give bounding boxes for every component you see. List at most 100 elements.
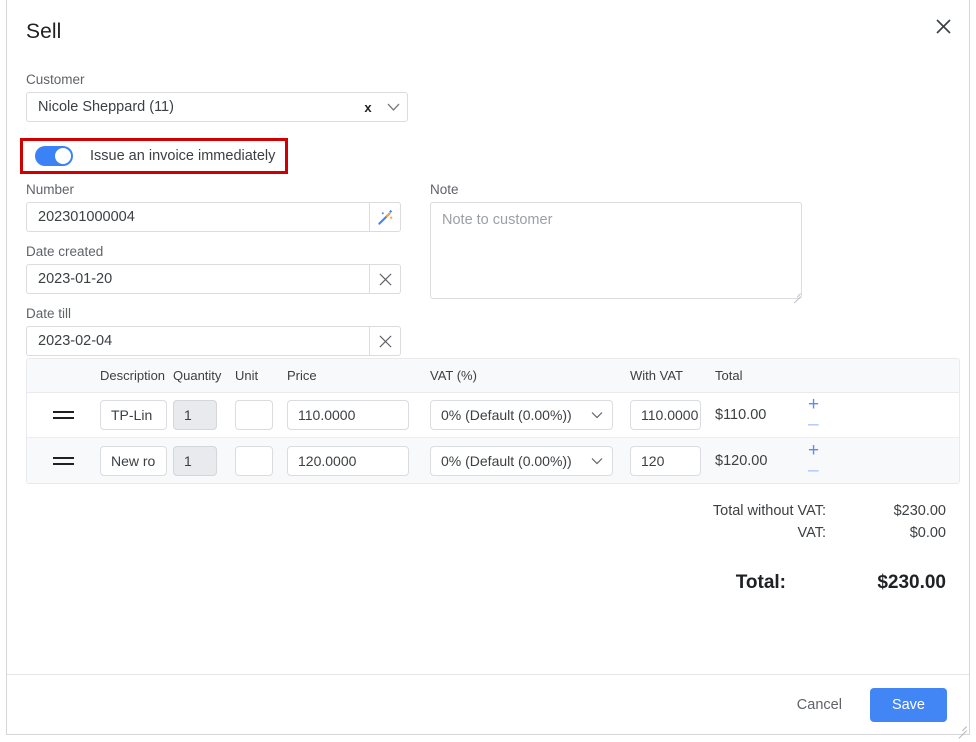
drag-handle-icon	[53, 411, 74, 419]
row-quantity-cell: 1	[173, 400, 235, 430]
date-till-input[interactable]: 2023-02-04	[26, 326, 369, 356]
line-items-table: Description Quantity Unit Price VAT (%) …	[26, 358, 960, 484]
quantity-input[interactable]: 1	[173, 445, 217, 476]
clear-customer-icon[interactable]: x	[357, 100, 379, 115]
vat-select-value: 0% (Default (0.00%))	[441, 452, 572, 469]
quantity-input[interactable]: 1	[173, 400, 217, 430]
grand-total-label: Total:	[735, 572, 786, 593]
issue-invoice-toggle[interactable]	[35, 146, 73, 166]
add-row-button[interactable]: +	[808, 441, 819, 460]
app-screen: Sell Customer Nicole Sheppard (11) x Iss…	[0, 0, 976, 742]
number-label: Number	[26, 182, 75, 197]
totals-summary: Total without VAT: $230.00 VAT: $0.00 To…	[616, 500, 946, 594]
th-unit: Unit	[235, 368, 259, 383]
chevron-down-icon[interactable]	[379, 103, 407, 111]
note-label: Note	[430, 182, 459, 197]
vat-select[interactable]: 0% (Default (0.00%))	[430, 445, 613, 476]
chevron-down-icon	[591, 412, 603, 419]
th-vat: VAT (%)	[430, 368, 477, 383]
customer-label: Customer	[26, 72, 85, 87]
table-header-row: Description Quantity Unit Price VAT (%) …	[27, 359, 959, 393]
th-with-vat: With VAT	[630, 368, 683, 383]
page-title: Sell	[26, 20, 62, 43]
customer-select-value: Nicole Sheppard (11)	[38, 99, 174, 115]
vat-value: $0.00	[909, 525, 946, 541]
grand-total-row: Total: $230.00	[616, 572, 946, 594]
row-unit-cell	[235, 400, 287, 430]
total-without-vat-label: Total without VAT:	[712, 503, 826, 519]
row-drag-handle[interactable]	[27, 456, 100, 465]
note-textarea[interactable]: Note to customer	[430, 202, 802, 299]
row-description-cell: TP-Lin	[100, 400, 173, 430]
row-price-cell: 120.0000	[287, 445, 430, 476]
row-vat-cell: 0% (Default (0.00%))	[430, 445, 630, 476]
vat-select[interactable]: 0% (Default (0.00%))	[430, 400, 613, 430]
date-till-field-group: Date till 2023-02-04	[26, 306, 401, 356]
price-input[interactable]: 120.0000	[287, 445, 409, 476]
row-with-vat-cell: 110.0000	[630, 400, 715, 430]
row-total-cell: $110.00	[715, 406, 800, 424]
modal-body: Sell Customer Nicole Sheppard (11) x Iss…	[7, 0, 969, 674]
vat-select-value: 0% (Default (0.00%))	[441, 407, 572, 423]
toggle-knob	[55, 148, 71, 164]
total-without-vat-value: $230.00	[893, 503, 946, 519]
row-actions: + –	[800, 395, 863, 434]
close-icon[interactable]	[929, 12, 957, 40]
description-input[interactable]: New ro	[100, 445, 167, 476]
number-input[interactable]: 202301000004	[26, 202, 369, 232]
modal-footer: Cancel Save	[7, 674, 969, 734]
number-field-group: Number 202301000004	[26, 182, 401, 232]
drag-handle-icon	[53, 456, 74, 465]
with-vat-input[interactable]: 110.0000	[630, 400, 701, 430]
clear-date-till-icon[interactable]	[369, 326, 401, 356]
date-created-input[interactable]: 2023-01-20	[26, 264, 369, 294]
row-quantity-cell: 1	[173, 445, 235, 476]
date-created-input-group: 2023-01-20	[26, 264, 401, 294]
th-price: Price	[287, 368, 317, 383]
unit-input[interactable]	[235, 445, 273, 476]
left-fields: Number 202301000004 Date created 2023-01…	[26, 182, 401, 356]
remove-row-button[interactable]: –	[808, 461, 819, 480]
issue-invoice-label: Issue an invoice immediately	[90, 148, 276, 164]
row-price-cell: 110.0000	[287, 400, 430, 430]
row-drag-handle[interactable]	[27, 411, 100, 419]
customer-field-group: Customer Nicole Sheppard (11) x	[26, 72, 408, 122]
add-row-button[interactable]: +	[808, 395, 819, 414]
magic-wand-icon[interactable]	[369, 202, 401, 232]
customer-select[interactable]: Nicole Sheppard (11) x	[26, 92, 408, 122]
price-input[interactable]: 110.0000	[287, 400, 409, 430]
row-unit-cell	[235, 445, 287, 476]
issue-invoice-highlight: Issue an invoice immediately	[20, 138, 288, 174]
with-vat-input[interactable]: 120	[630, 445, 701, 476]
save-button[interactable]: Save	[869, 687, 947, 722]
date-till-label: Date till	[26, 306, 72, 321]
number-input-group: 202301000004	[26, 202, 401, 232]
vat-row: VAT: $0.00	[616, 522, 946, 544]
clear-date-created-icon[interactable]	[369, 264, 401, 294]
sell-modal: Sell Customer Nicole Sheppard (11) x Iss…	[6, 0, 970, 739]
th-description: Description	[100, 368, 166, 383]
grand-total-value: $230.00	[877, 572, 946, 593]
th-total: Total	[715, 368, 743, 383]
row-with-vat-cell: 120	[630, 445, 715, 476]
note-field-group: Note Note to customer	[430, 182, 802, 304]
date-created-label: Date created	[26, 244, 104, 259]
cancel-button[interactable]: Cancel	[783, 689, 856, 721]
row-total-cell: $120.00	[715, 452, 800, 470]
row-actions: + –	[800, 441, 863, 480]
table-row: TP-Lin 1 110.0000 0% (Default (0.00%)) 1…	[27, 393, 959, 438]
row-description-cell: New ro	[100, 445, 173, 476]
remove-row-button[interactable]: –	[808, 415, 819, 434]
th-quantity: Quantity	[173, 368, 222, 383]
date-till-input-group: 2023-02-04	[26, 326, 401, 356]
description-input[interactable]: TP-Lin	[100, 400, 167, 430]
row-vat-cell: 0% (Default (0.00%))	[430, 400, 630, 430]
chevron-down-icon	[591, 457, 603, 464]
row-total-value: $110.00	[715, 407, 767, 423]
table-row: New ro 1 120.0000 0% (Default (0.00%)) 1…	[27, 438, 959, 483]
row-total-value: $120.00	[715, 452, 768, 469]
unit-input[interactable]	[235, 400, 273, 430]
date-created-field-group: Date created 2023-01-20	[26, 244, 401, 294]
total-without-vat-row: Total without VAT: $230.00	[616, 500, 946, 522]
vat-label: VAT:	[797, 525, 826, 541]
